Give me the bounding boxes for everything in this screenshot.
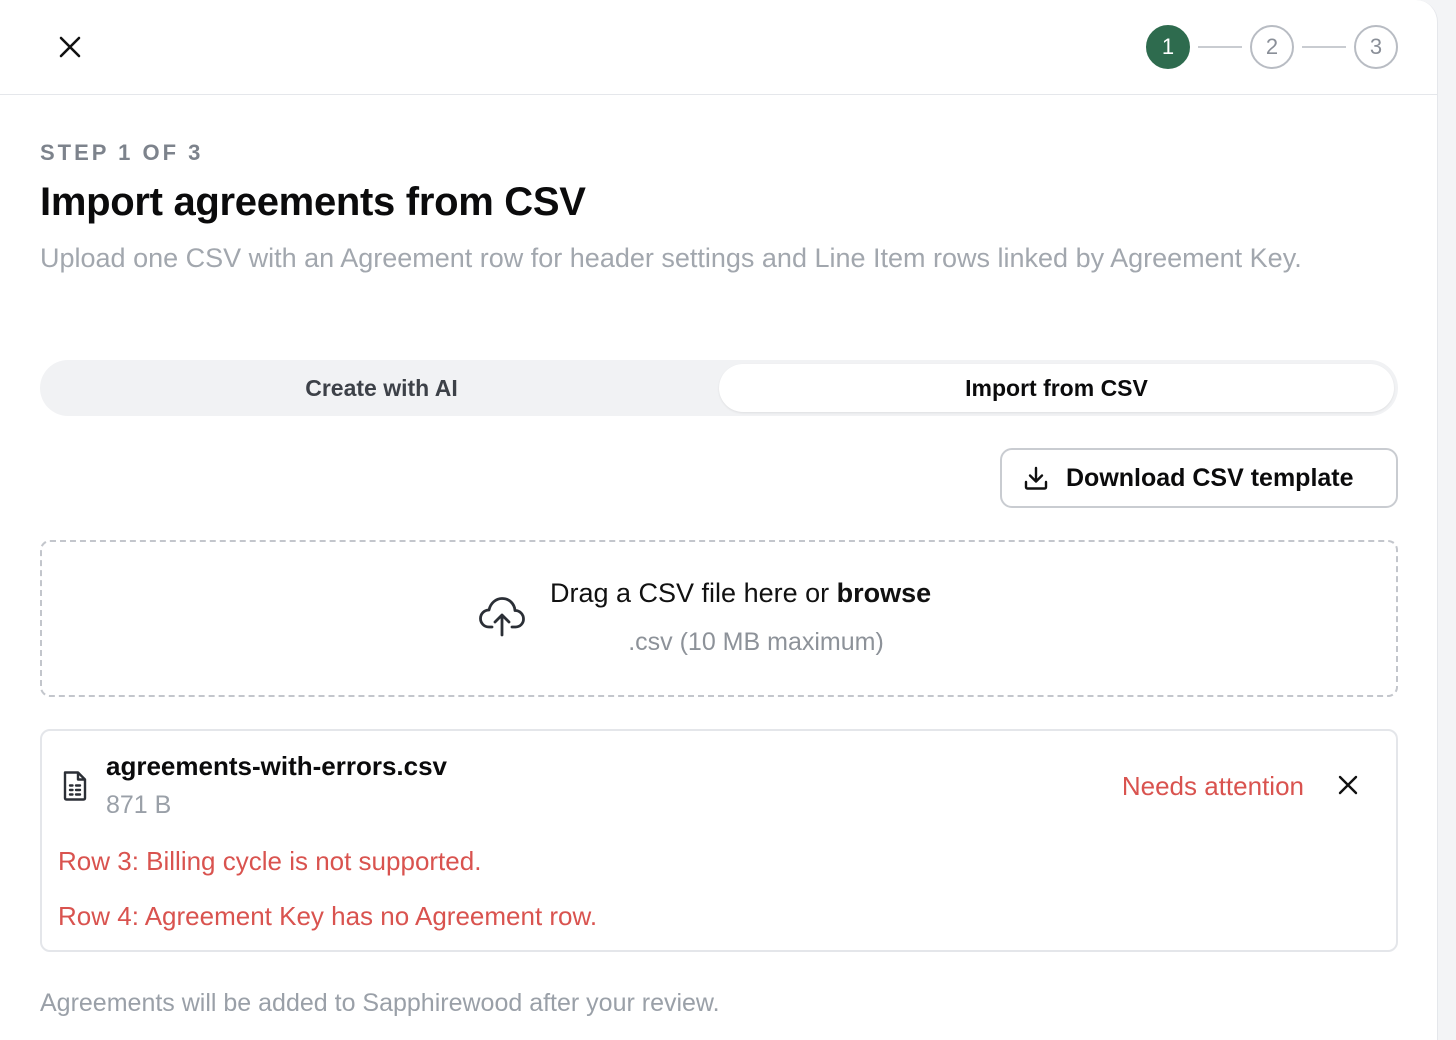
close-icon [1338, 775, 1358, 795]
step-counter: STEP 1 OF 3 [40, 140, 204, 165]
csv-dropzone[interactable]: Drag a CSV file here or browse .csv (10 … [40, 540, 1398, 697]
close-button[interactable] [54, 31, 86, 63]
uploaded-file-card: agreements-with-errors.csv 871 B Needs a… [40, 729, 1398, 952]
dropzone-text: Drag a CSV file here or browse [550, 578, 932, 608]
footnote: Agreements will be added to Sapphirewood… [40, 989, 720, 1017]
mode-switch: Create with AI Import from CSV [40, 360, 1398, 416]
step-connector [1198, 46, 1242, 48]
page-subtitle: Upload one CSV with an Agreement row for… [40, 243, 1302, 273]
validation-error: Row 4: Agreement Key has no Agreement ro… [58, 901, 598, 931]
step-3[interactable]: 3 [1354, 25, 1398, 69]
file-name: agreements-with-errors.csv [106, 751, 448, 781]
close-icon [59, 36, 81, 58]
dropzone-hint: .csv (10 MB maximum) [628, 628, 884, 656]
browse-link[interactable]: browse [837, 578, 932, 608]
step-connector [1302, 46, 1346, 48]
remove-file-button[interactable] [1334, 771, 1362, 799]
import-dialog: 1 2 3 STEP 1 OF 3 Import agreements from… [0, 0, 1438, 1040]
file-spreadsheet-icon [63, 771, 87, 801]
tab-create-with-ai[interactable]: Create with AI [44, 364, 719, 412]
step-1[interactable]: 1 [1146, 25, 1190, 69]
page-title: Import agreements from CSV [40, 180, 586, 224]
progress-stepper: 1 2 3 [1146, 25, 1398, 69]
status-badge: Needs attention [1121, 771, 1304, 801]
step-2[interactable]: 2 [1250, 25, 1294, 69]
download-template-label: Download CSV template [1066, 463, 1354, 492]
download-icon [1024, 466, 1048, 490]
file-size: 871 B [106, 791, 172, 819]
dialog-header: 1 2 3 [0, 0, 1438, 95]
validation-error: Row 3: Billing cycle is not supported. [58, 846, 482, 876]
tab-import-from-csv[interactable]: Import from CSV [719, 364, 1394, 412]
download-template-button[interactable]: Download CSV template [1000, 448, 1398, 508]
